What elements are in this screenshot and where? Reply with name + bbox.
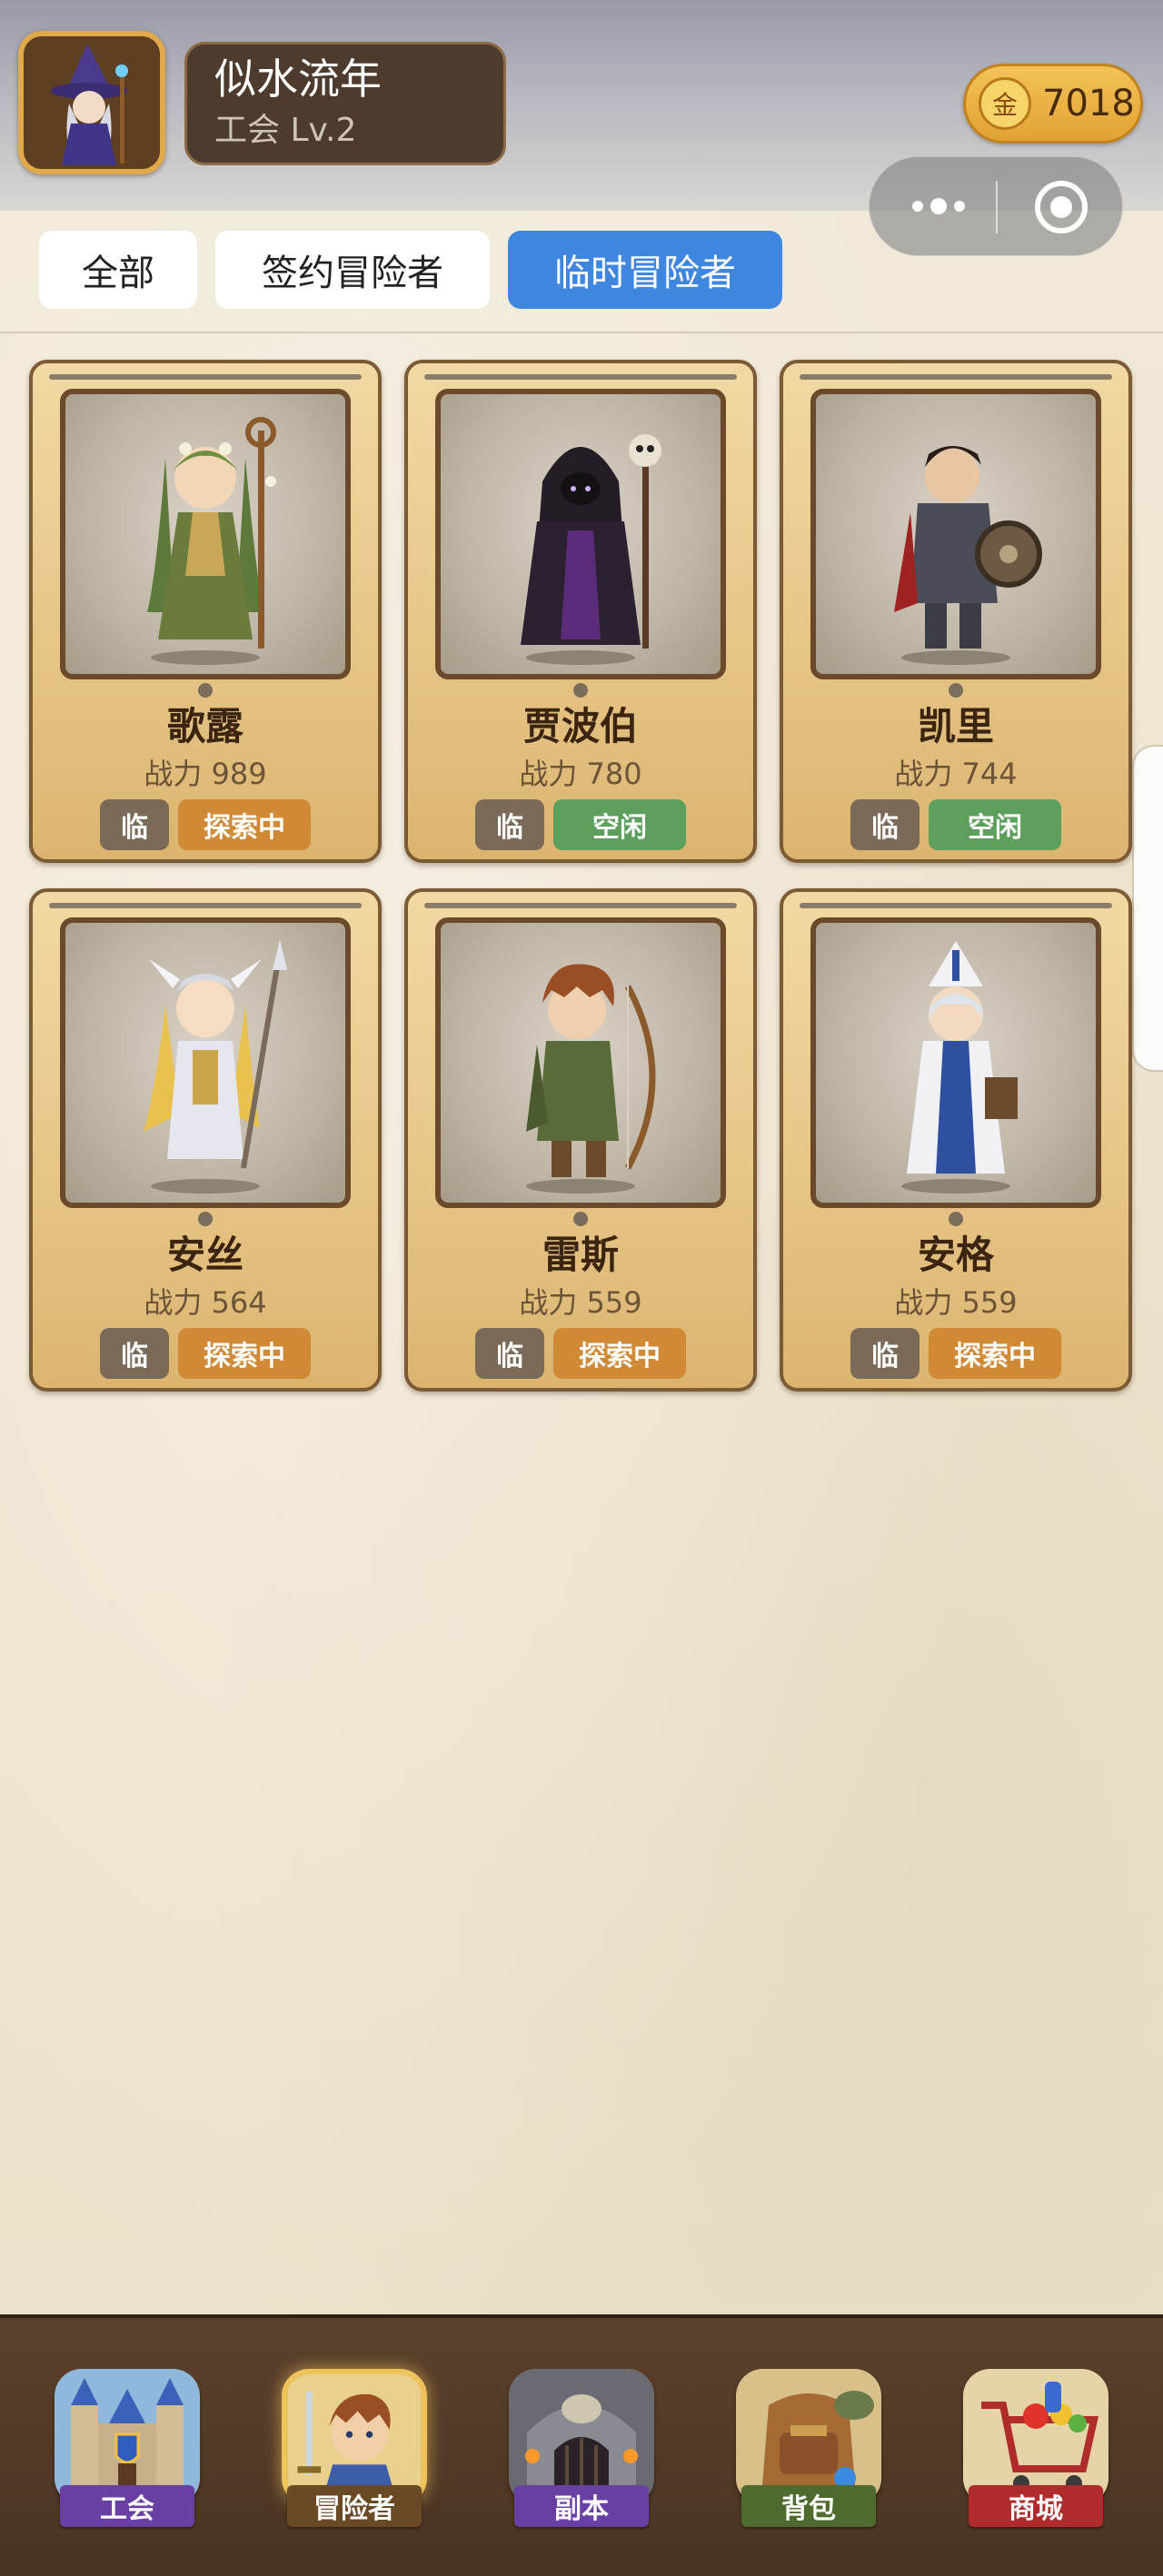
power-label: 战力 xyxy=(144,757,203,791)
nav-item-backpack[interactable]: 背包 xyxy=(718,2369,900,2551)
card-dot xyxy=(949,1212,963,1226)
player-name-plate: 似水流年 工会 Lv.2 xyxy=(184,42,506,165)
player-name: 似水流年 xyxy=(214,54,382,104)
guild-level: 工会 Lv.2 xyxy=(214,112,357,149)
card-dot xyxy=(198,1212,213,1226)
card-top-line xyxy=(424,903,737,908)
adventurer-badges: 临 探索中 xyxy=(783,1328,1128,1379)
adventurer-card[interactable]: 歌露 战力 989 临 探索中 xyxy=(29,360,382,863)
power-value: 989 xyxy=(211,757,267,791)
card-dot xyxy=(949,683,963,698)
tab-contracted-adventurers[interactable]: 签约冒险者 xyxy=(215,231,490,309)
status-badge: 探索中 xyxy=(178,1328,311,1379)
adventurer-badges: 临 探索中 xyxy=(408,1328,753,1379)
adventurer-power: 战力 559 xyxy=(408,1283,753,1323)
necromancer-portrait-icon xyxy=(435,389,726,679)
power-label: 战力 xyxy=(519,757,578,791)
nav-item-shop[interactable]: 商城 xyxy=(945,2369,1127,2551)
power-value: 559 xyxy=(586,1285,642,1320)
gold-balance[interactable]: 金 7018 xyxy=(963,64,1143,144)
adventurer-name: 安格 xyxy=(917,1233,994,1277)
filter-tabs: 全部 签约冒险者 临时冒险者 xyxy=(0,211,1163,331)
card-top-line xyxy=(49,374,362,380)
side-drawer-handle[interactable] xyxy=(1132,745,1163,1072)
nav-item-guild[interactable]: 工会 xyxy=(36,2369,218,2551)
nav-label: 副本 xyxy=(514,2485,649,2527)
power-value: 564 xyxy=(211,1285,267,1320)
nav-label: 工会 xyxy=(60,2485,194,2527)
valkyrie-portrait-icon xyxy=(60,917,351,1208)
nav-label: 商城 xyxy=(969,2485,1103,2527)
gold-amount: 7018 xyxy=(1042,83,1135,124)
tab-temporary-adventurers[interactable]: 临时冒险者 xyxy=(508,231,782,309)
adventurer-name: 安丝 xyxy=(166,1233,244,1277)
archer-portrait-icon xyxy=(435,917,726,1208)
power-label: 战力 xyxy=(894,1285,953,1320)
adventurer-name: 凯里 xyxy=(917,704,994,748)
power-value: 780 xyxy=(586,757,642,791)
temporary-badge: 临 xyxy=(100,1328,169,1379)
priest-portrait-icon xyxy=(810,917,1101,1208)
power-label: 战力 xyxy=(144,1285,203,1320)
adventurer-name: 贾波伯 xyxy=(522,704,638,748)
adventurer-card[interactable]: 贾波伯 战力 780 临 空闲 xyxy=(404,360,757,863)
temporary-badge: 临 xyxy=(850,799,919,850)
adventurer-power: 战力 559 xyxy=(783,1283,1128,1323)
card-dot xyxy=(198,683,213,698)
card-top-line xyxy=(800,903,1112,908)
power-value: 744 xyxy=(961,757,1018,791)
adventurer-card[interactable]: 凯里 战力 744 临 空闲 xyxy=(780,360,1132,863)
adventurer-power: 战力 989 xyxy=(33,754,378,794)
gold-coin-icon: 金 xyxy=(979,77,1031,130)
adventurer-name: 歌露 xyxy=(166,704,244,748)
adventurer-card[interactable]: 安格 战力 559 临 探索中 xyxy=(780,888,1132,1392)
status-badge: 空闲 xyxy=(929,799,1061,850)
adventurer-power: 战力 744 xyxy=(783,754,1128,794)
adventurer-power: 战力 780 xyxy=(408,754,753,794)
tab-divider xyxy=(0,332,1163,333)
adventurer-badges: 临 探索中 xyxy=(33,1328,378,1379)
card-top-line xyxy=(424,374,737,380)
card-dot xyxy=(573,1212,588,1226)
card-top-line xyxy=(49,903,362,908)
card-dot xyxy=(573,683,588,698)
knight-portrait-icon xyxy=(810,389,1101,679)
status-badge: 探索中 xyxy=(178,799,311,850)
player-avatar[interactable] xyxy=(18,31,165,174)
status-badge: 探索中 xyxy=(929,1328,1061,1379)
power-label: 战力 xyxy=(894,757,953,791)
nav-label: 背包 xyxy=(741,2485,876,2527)
druid-portrait-icon xyxy=(60,389,351,679)
bottom-navigation: 工会 冒险者 副本 背包 商城 xyxy=(0,2314,1163,2576)
adventurer-card[interactable]: 安丝 战力 564 临 探索中 xyxy=(29,888,382,1392)
adventurer-name: 雷斯 xyxy=(542,1233,619,1277)
adventurer-card[interactable]: 雷斯 战力 559 临 探索中 xyxy=(404,888,757,1392)
adventurer-badges: 临 空闲 xyxy=(783,799,1128,850)
top-header: 似水流年 工会 Lv.2 金 7018 xyxy=(0,0,1163,256)
adventurer-badges: 临 探索中 xyxy=(33,799,378,850)
status-badge: 探索中 xyxy=(553,1328,686,1379)
status-badge: 空闲 xyxy=(553,799,686,850)
wizard-avatar-icon xyxy=(24,36,160,169)
nav-item-dungeon[interactable]: 副本 xyxy=(491,2369,672,2551)
nav-label: 冒险者 xyxy=(287,2485,422,2527)
power-value: 559 xyxy=(961,1285,1018,1320)
temporary-badge: 临 xyxy=(475,1328,544,1379)
nav-item-adventurers[interactable]: 冒险者 xyxy=(263,2369,445,2551)
power-label: 战力 xyxy=(519,1285,578,1320)
temporary-badge: 临 xyxy=(850,1328,919,1379)
card-top-line xyxy=(800,374,1112,380)
temporary-badge: 临 xyxy=(475,799,544,850)
adventurer-power: 战力 564 xyxy=(33,1283,378,1323)
tab-all[interactable]: 全部 xyxy=(39,231,197,309)
temporary-badge: 临 xyxy=(100,799,169,850)
adventurer-badges: 临 空闲 xyxy=(408,799,753,850)
